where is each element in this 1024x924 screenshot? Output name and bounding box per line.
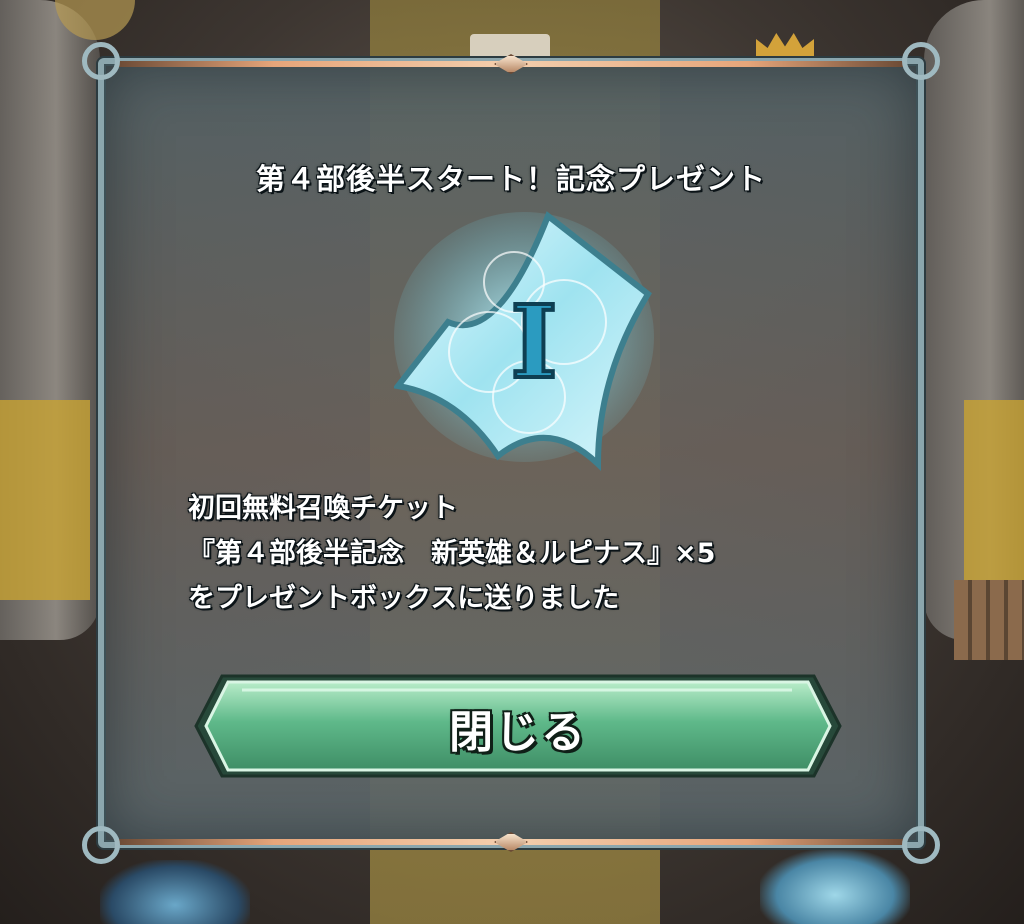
crown-icon xyxy=(756,33,814,60)
background-banner-left xyxy=(0,400,90,600)
message-line: をプレゼントボックスに送りました xyxy=(188,583,620,614)
corner-knot-icon xyxy=(82,42,120,80)
ticket-mark: I xyxy=(511,283,558,401)
dialog-message: 初回無料召喚チケット 『第４部後半記念 新英雄＆ルピナス』×5 をプレゼントボッ… xyxy=(188,486,888,621)
summon-ticket-graphic: I xyxy=(392,211,654,472)
background-banner-right xyxy=(964,400,1024,600)
corner-knot-icon xyxy=(82,826,120,864)
corner-knot-icon xyxy=(902,42,940,80)
present-dialog: 第４部後半スタート！記念プレゼント I 初回無料召喚チケット 『第４部後半記念 … xyxy=(82,42,940,864)
dialog-title: 第４部後半スタート！記念プレゼント xyxy=(255,162,766,196)
message-line: 初回無料召喚チケット xyxy=(188,493,458,524)
corner-knot-icon xyxy=(902,826,940,864)
close-button-label: 閉じる xyxy=(449,707,587,758)
close-button[interactable]: 閉じる xyxy=(192,672,844,780)
background-orb-right xyxy=(760,850,910,924)
summon-ticket-icon: I xyxy=(392,202,654,472)
message-line: 『第４部後半記念 新英雄＆ルピナス』×5 xyxy=(188,538,716,569)
background-books xyxy=(954,580,1024,660)
background-orb-left xyxy=(100,860,250,924)
